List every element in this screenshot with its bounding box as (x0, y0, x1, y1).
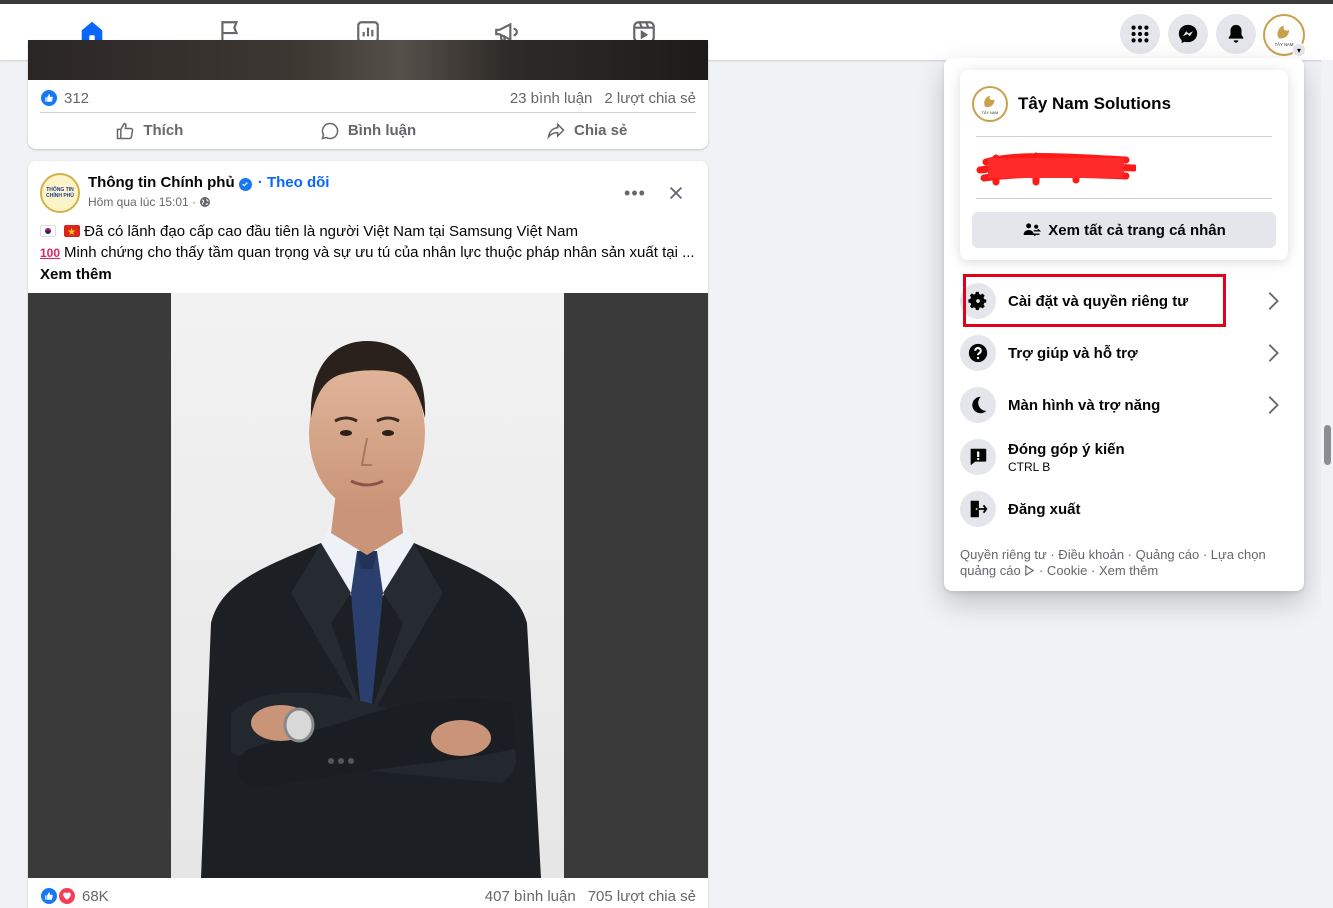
comment-icon (321, 122, 339, 140)
post-header: THÔNG TIN CHÍNH PHỦ Thông tin Chính phủ … (40, 173, 696, 213)
chevron-down-icon: ▾ (1292, 43, 1306, 57)
hundred-icon: 100 (40, 246, 61, 260)
share-label: Chia sẻ (574, 122, 628, 139)
page-avatar[interactable]: THÔNG TIN CHÍNH PHỦ (40, 173, 80, 213)
moon-icon (960, 387, 996, 423)
comment-label: Bình luận (347, 122, 417, 139)
share-count[interactable]: 2 lượt chia sẻ (604, 90, 696, 107)
menu-item-label: Màn hình và trợ năng (1008, 396, 1161, 414)
post-text-line-2: Minh chứng cho thấy tầm quan trọng và sự… (64, 244, 695, 261)
close-icon[interactable] (662, 179, 690, 207)
profile-name: Tây Nam Solutions (1018, 94, 1172, 113)
page-name-row: Thông tin Chính phủ · Theo dõi (88, 174, 329, 191)
menu-item-label: Đăng xuất (1008, 500, 1081, 518)
chevron-right-icon (1268, 344, 1279, 362)
page-name[interactable]: Thông tin Chính phủ (88, 174, 235, 191)
menu-item-display-accessibility[interactable]: Màn hình và trợ năng (952, 379, 1296, 431)
profile-avatar: TÂY NAM (972, 86, 1008, 122)
reaction-count[interactable]: 68K (82, 888, 109, 905)
post-text-line-1: Đã có lãnh đạo cấp cao đầu tiên là người… (84, 223, 578, 240)
menu-grid-button[interactable] (1120, 14, 1160, 54)
notifications-button[interactable] (1216, 14, 1256, 54)
messenger-icon (1178, 24, 1198, 44)
share-icon (547, 122, 565, 139)
footer-links-line-2[interactable]: · Cookie · Xem thêm (1039, 563, 1158, 578)
post-stats: 312 23 bình luận 2 lượt chia sẻ (40, 86, 696, 110)
feedback-icon (960, 439, 996, 475)
feed-post: THÔNG TIN CHÍNH PHỦ Thông tin Chính phủ … (28, 161, 708, 908)
like-button[interactable]: Thích (40, 113, 259, 148)
account-avatar-button[interactable]: TÂY NAM ▾ (1263, 14, 1306, 57)
like-reaction-icon (40, 89, 58, 107)
ad-choices-icon (1025, 564, 1035, 577)
see-more-link[interactable]: Xem thêm (40, 264, 696, 285)
verified-badge-icon (238, 177, 252, 191)
divider (976, 136, 1272, 137)
menu-item-label: Đóng góp ý kiến (1008, 440, 1125, 458)
post-text: Đã có lãnh đạo cấp cao đầu tiên là người… (40, 221, 696, 285)
messenger-button[interactable] (1168, 14, 1208, 54)
logout-icon (960, 491, 996, 527)
post-image[interactable] (28, 293, 708, 878)
see-all-profiles-label: Xem tất cả trang cá nhân (1048, 221, 1226, 239)
korea-flag-icon (40, 225, 56, 237)
chevron-right-icon (1268, 292, 1279, 310)
post-stats: 68K 407 bình luận 705 lượt chia sẻ (40, 884, 696, 908)
like-reaction-icon (40, 887, 58, 905)
more-options-icon[interactable]: ••• (620, 181, 650, 205)
footer-links[interactable]: Quyền riêng tư · Điều khoản · Quảng cáo … (960, 547, 1290, 579)
like-label: Thích (143, 122, 184, 139)
menu-item-logout[interactable]: Đăng xuất (952, 483, 1296, 535)
switch-profiles-icon (1023, 223, 1042, 237)
avatar-text: TÂY NAM (982, 110, 999, 115)
divider (976, 198, 1272, 199)
share-button[interactable]: Chia sẻ (477, 113, 696, 148)
bell-icon (1228, 24, 1244, 43)
help-icon (960, 335, 996, 371)
scrollbar-track[interactable] (1321, 60, 1333, 908)
menu-item-give-feedback[interactable]: Đóng góp ý kiến CTRL B (952, 431, 1296, 483)
post-image-partial[interactable] (28, 40, 708, 80)
portrait-photo (171, 293, 564, 878)
grid-icon (1131, 25, 1149, 43)
menu-item-label: Trợ giúp và hỗ trợ (1008, 344, 1138, 362)
follow-link[interactable]: · Theo dõi (258, 174, 330, 191)
globe-icon (200, 197, 211, 207)
share-count[interactable]: 705 lượt chia sẻ (588, 888, 696, 905)
comment-count[interactable]: 407 bình luận (485, 888, 576, 905)
shortcut-hint: CTRL B (1008, 459, 1051, 474)
post-time[interactable]: Hôm qua lúc 15:01 · (88, 195, 196, 209)
comment-count[interactable]: 23 bình luận (510, 90, 593, 107)
current-profile[interactable]: TÂY NAM Tây Nam Solutions (972, 84, 1276, 124)
chevron-right-icon (1268, 396, 1279, 414)
avatar-text: TÂY NAM (1275, 42, 1294, 47)
redacted-scribble (976, 152, 1136, 186)
menu-item-help-support[interactable]: Trợ giúp và hỗ trợ (952, 327, 1296, 379)
post-timestamp-row: Hôm qua lúc 15:01 · (88, 195, 211, 209)
heart-reaction-icon (58, 887, 76, 905)
page-logo-text: THÔNG TIN CHÍNH PHỦ (46, 187, 74, 199)
profile-card: TÂY NAM Tây Nam Solutions Xem tất cả tra… (960, 70, 1288, 260)
brand-logo-icon: TÂY NAM (982, 95, 999, 115)
like-count[interactable]: 312 (64, 90, 89, 107)
see-all-profiles-button[interactable]: Xem tất cả trang cá nhân (972, 212, 1276, 248)
thumbs-up-icon (117, 122, 134, 139)
comment-button[interactable]: Bình luận (259, 113, 478, 148)
scrollbar-thumb[interactable] (1324, 425, 1331, 465)
post-actions: Thích Bình luận Chia sẻ (40, 112, 696, 148)
highlight-box (963, 274, 1226, 327)
vietnam-flag-icon (64, 222, 81, 242)
portrait-illustration (201, 341, 541, 878)
